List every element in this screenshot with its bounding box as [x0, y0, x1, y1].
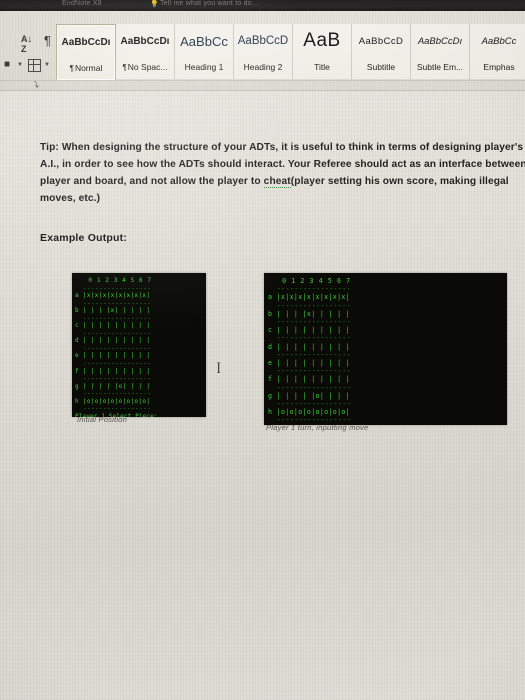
terminal-line: c | | | | | | | | |: [75, 322, 151, 330]
terminal-line: 0 1 2 3 4 5 6 7: [80, 277, 152, 284]
ribbon-divider: [0, 80, 525, 81]
terminal-line: a |x|x|x|x|x|x|x|x|: [75, 292, 151, 300]
terminal-line: h |o|o|o|o|o|o|o|o|: [268, 408, 351, 417]
terminal-line: f | | | | | | | | |: [268, 375, 351, 384]
show-formatting-marks-icon[interactable]: ¶: [44, 34, 51, 47]
style-label-text: Emphas: [483, 62, 515, 72]
borders-icon[interactable]: [28, 59, 41, 72]
terminal-line: -----------------: [268, 285, 352, 294]
style-label-text: Heading 2: [243, 62, 283, 72]
style-item-emphas[interactable]: AaBbCc Emphas: [470, 24, 525, 79]
styles-gallery[interactable]: AaBbCcDı ¶ Normal AaBbCcDı ¶ No Spac... AaBbCс…: [56, 24, 525, 81]
terminal-line: e | | | | | | | | |: [268, 359, 351, 368]
lightbulb-icon: 💡: [150, 1, 159, 8]
style-item-subtle-em[interactable]: AaBbCcDı Subtle Em...: [411, 24, 470, 79]
terminal-line: -----------------: [75, 360, 152, 368]
style-label: Emphas: [470, 58, 525, 76]
style-preview: AaB: [303, 30, 341, 51]
terminal-screenshot-player-move: 0 1 2 3 4 5 6 7 ----------------- a |x|x|…: [264, 273, 507, 425]
sort-icon[interactable]: A ↓ Z: [21, 35, 32, 54]
style-label: Title: [293, 58, 351, 76]
terminal-line: -----------------: [268, 334, 352, 343]
style-label-text: Heading 1: [184, 62, 224, 72]
style-item-subtitle[interactable]: AaBbCcD Subtitle: [352, 24, 411, 79]
caption-initial-position: Initial Position: [77, 415, 128, 424]
terminal-line: -----------------: [75, 329, 152, 337]
pilcrow-icon: ¶: [122, 62, 127, 72]
terminal-line: -----------------: [268, 350, 352, 359]
style-preview: AaBbCс: [180, 33, 228, 49]
style-preview: AaBbCcDı: [61, 36, 111, 48]
terminal-screenshot-initial-position: 0 1 2 3 4 5 6 7 ----------------- a |x|x|…: [72, 273, 206, 417]
terminal-line: d | | | | | | | | |: [75, 337, 151, 345]
terminal-line: -----------------: [268, 383, 352, 392]
pilcrow-icon: ¶: [69, 63, 74, 73]
style-label: Heading 2: [234, 58, 292, 76]
style-preview: AaBbCc: [481, 35, 517, 47]
style-label-text: Title: [314, 62, 330, 72]
style-preview: AaBbCcD: [237, 35, 289, 47]
terminal-line: d | | | | | | | | |: [268, 342, 351, 351]
terminal-line: -----------------: [268, 367, 352, 376]
style-label-text: No Spac...: [127, 62, 168, 72]
ribbon-styles-group: A ↓ Z ¶ ■ ▼ ▼ ⤵ AaBbCcDı ¶ Normal AaBbCcDı ¶ N…: [0, 11, 525, 99]
style-item-normal[interactable]: AaBbCcDı ¶ Normal: [56, 24, 116, 81]
style-preview: AaBbCcDı: [417, 35, 463, 47]
window-title-bar: EndNote X8 💡 Tell me what you want to do…: [0, 0, 525, 11]
terminal-line: b | | | |x| | | | |: [75, 307, 151, 315]
photographed-screen: EndNote X8 💡 Tell me what you want to do…: [0, 0, 525, 700]
terminal-line: -----------------: [75, 284, 152, 292]
example-output-heading: Example Output:: [40, 232, 128, 244]
tell-me-search[interactable]: Tell me what you want to do...: [160, 0, 258, 7]
terminal-line: g | | | | |o| | | |: [268, 391, 351, 400]
style-item-title[interactable]: AaB Title: [293, 24, 352, 79]
terminal-line: -----------------: [75, 390, 152, 398]
style-item-heading-1[interactable]: AaBbCс Heading 1: [175, 24, 234, 79]
terminal-line: -----------------: [268, 318, 352, 327]
style-label-text: Subtitle: [366, 62, 396, 72]
terminal-line: c | | | | | | | | |: [268, 326, 351, 335]
misspelled-word-cheat[interactable]: cheat: [263, 176, 291, 189]
i-beam-text-cursor: I: [216, 360, 221, 377]
ribbon-tab-endnote[interactable]: EndNote X8: [62, 0, 102, 7]
shading-icon[interactable]: ■: [4, 60, 10, 70]
terminal-line: g | | | | |o| | | |: [75, 382, 151, 390]
terminal-line: h |o|o|o|o|o|o|o|o|: [75, 397, 151, 405]
terminal-line: -----------------: [75, 344, 152, 352]
terminal-line: -----------------: [268, 400, 352, 409]
style-label-text: Normal: [74, 63, 103, 73]
style-item-heading-2[interactable]: AaBbCcD Heading 2: [234, 24, 293, 79]
terminal-line: -----------------: [268, 301, 352, 310]
caption-player-move: Player 1 turn, inputting move: [266, 423, 369, 432]
borders-dropdown-chevron-down-icon[interactable]: ▼: [44, 62, 50, 68]
style-label: Heading 1: [175, 58, 233, 76]
paragraph-icon-cluster: A ↓ Z ¶ ■ ▼ ▼: [0, 22, 52, 80]
style-label: ¶ No Spac...: [116, 58, 174, 76]
terminal-line: -----------------: [75, 299, 152, 307]
terminal-line: b | | | |x| | | | |: [268, 309, 351, 318]
terminal-line: -----------------: [75, 405, 152, 413]
terminal-line: -----------------: [75, 314, 152, 322]
shading-dropdown-chevron-down-icon[interactable]: ▼: [17, 62, 23, 68]
terminal-line: -----------------: [75, 375, 152, 383]
terminal-line: a |x|x|x|x|x|x|x|x|: [268, 293, 351, 302]
style-preview: AaBbCcD: [358, 35, 404, 47]
tip-paragraph: Tip: When designing the structure of you…: [40, 139, 525, 207]
document-page[interactable]: Tip: When designing the structure of you…: [0, 91, 525, 700]
style-label: Subtitle: [352, 58, 410, 76]
terminal-line: 0 1 2 3 4 5 6 7: [273, 277, 351, 285]
terminal-line: f | | | | | | | | |: [75, 367, 151, 375]
style-label-text: Subtle Em...: [416, 62, 464, 72]
style-label: Subtle Em...: [411, 58, 469, 76]
style-label: ¶ Normal: [57, 59, 115, 77]
style-item-no-spac[interactable]: AaBbCcDı ¶ No Spac...: [116, 24, 175, 79]
terminal-line: e | | | | | | | | |: [75, 352, 151, 360]
style-preview: AaBbCcDı: [120, 35, 170, 47]
